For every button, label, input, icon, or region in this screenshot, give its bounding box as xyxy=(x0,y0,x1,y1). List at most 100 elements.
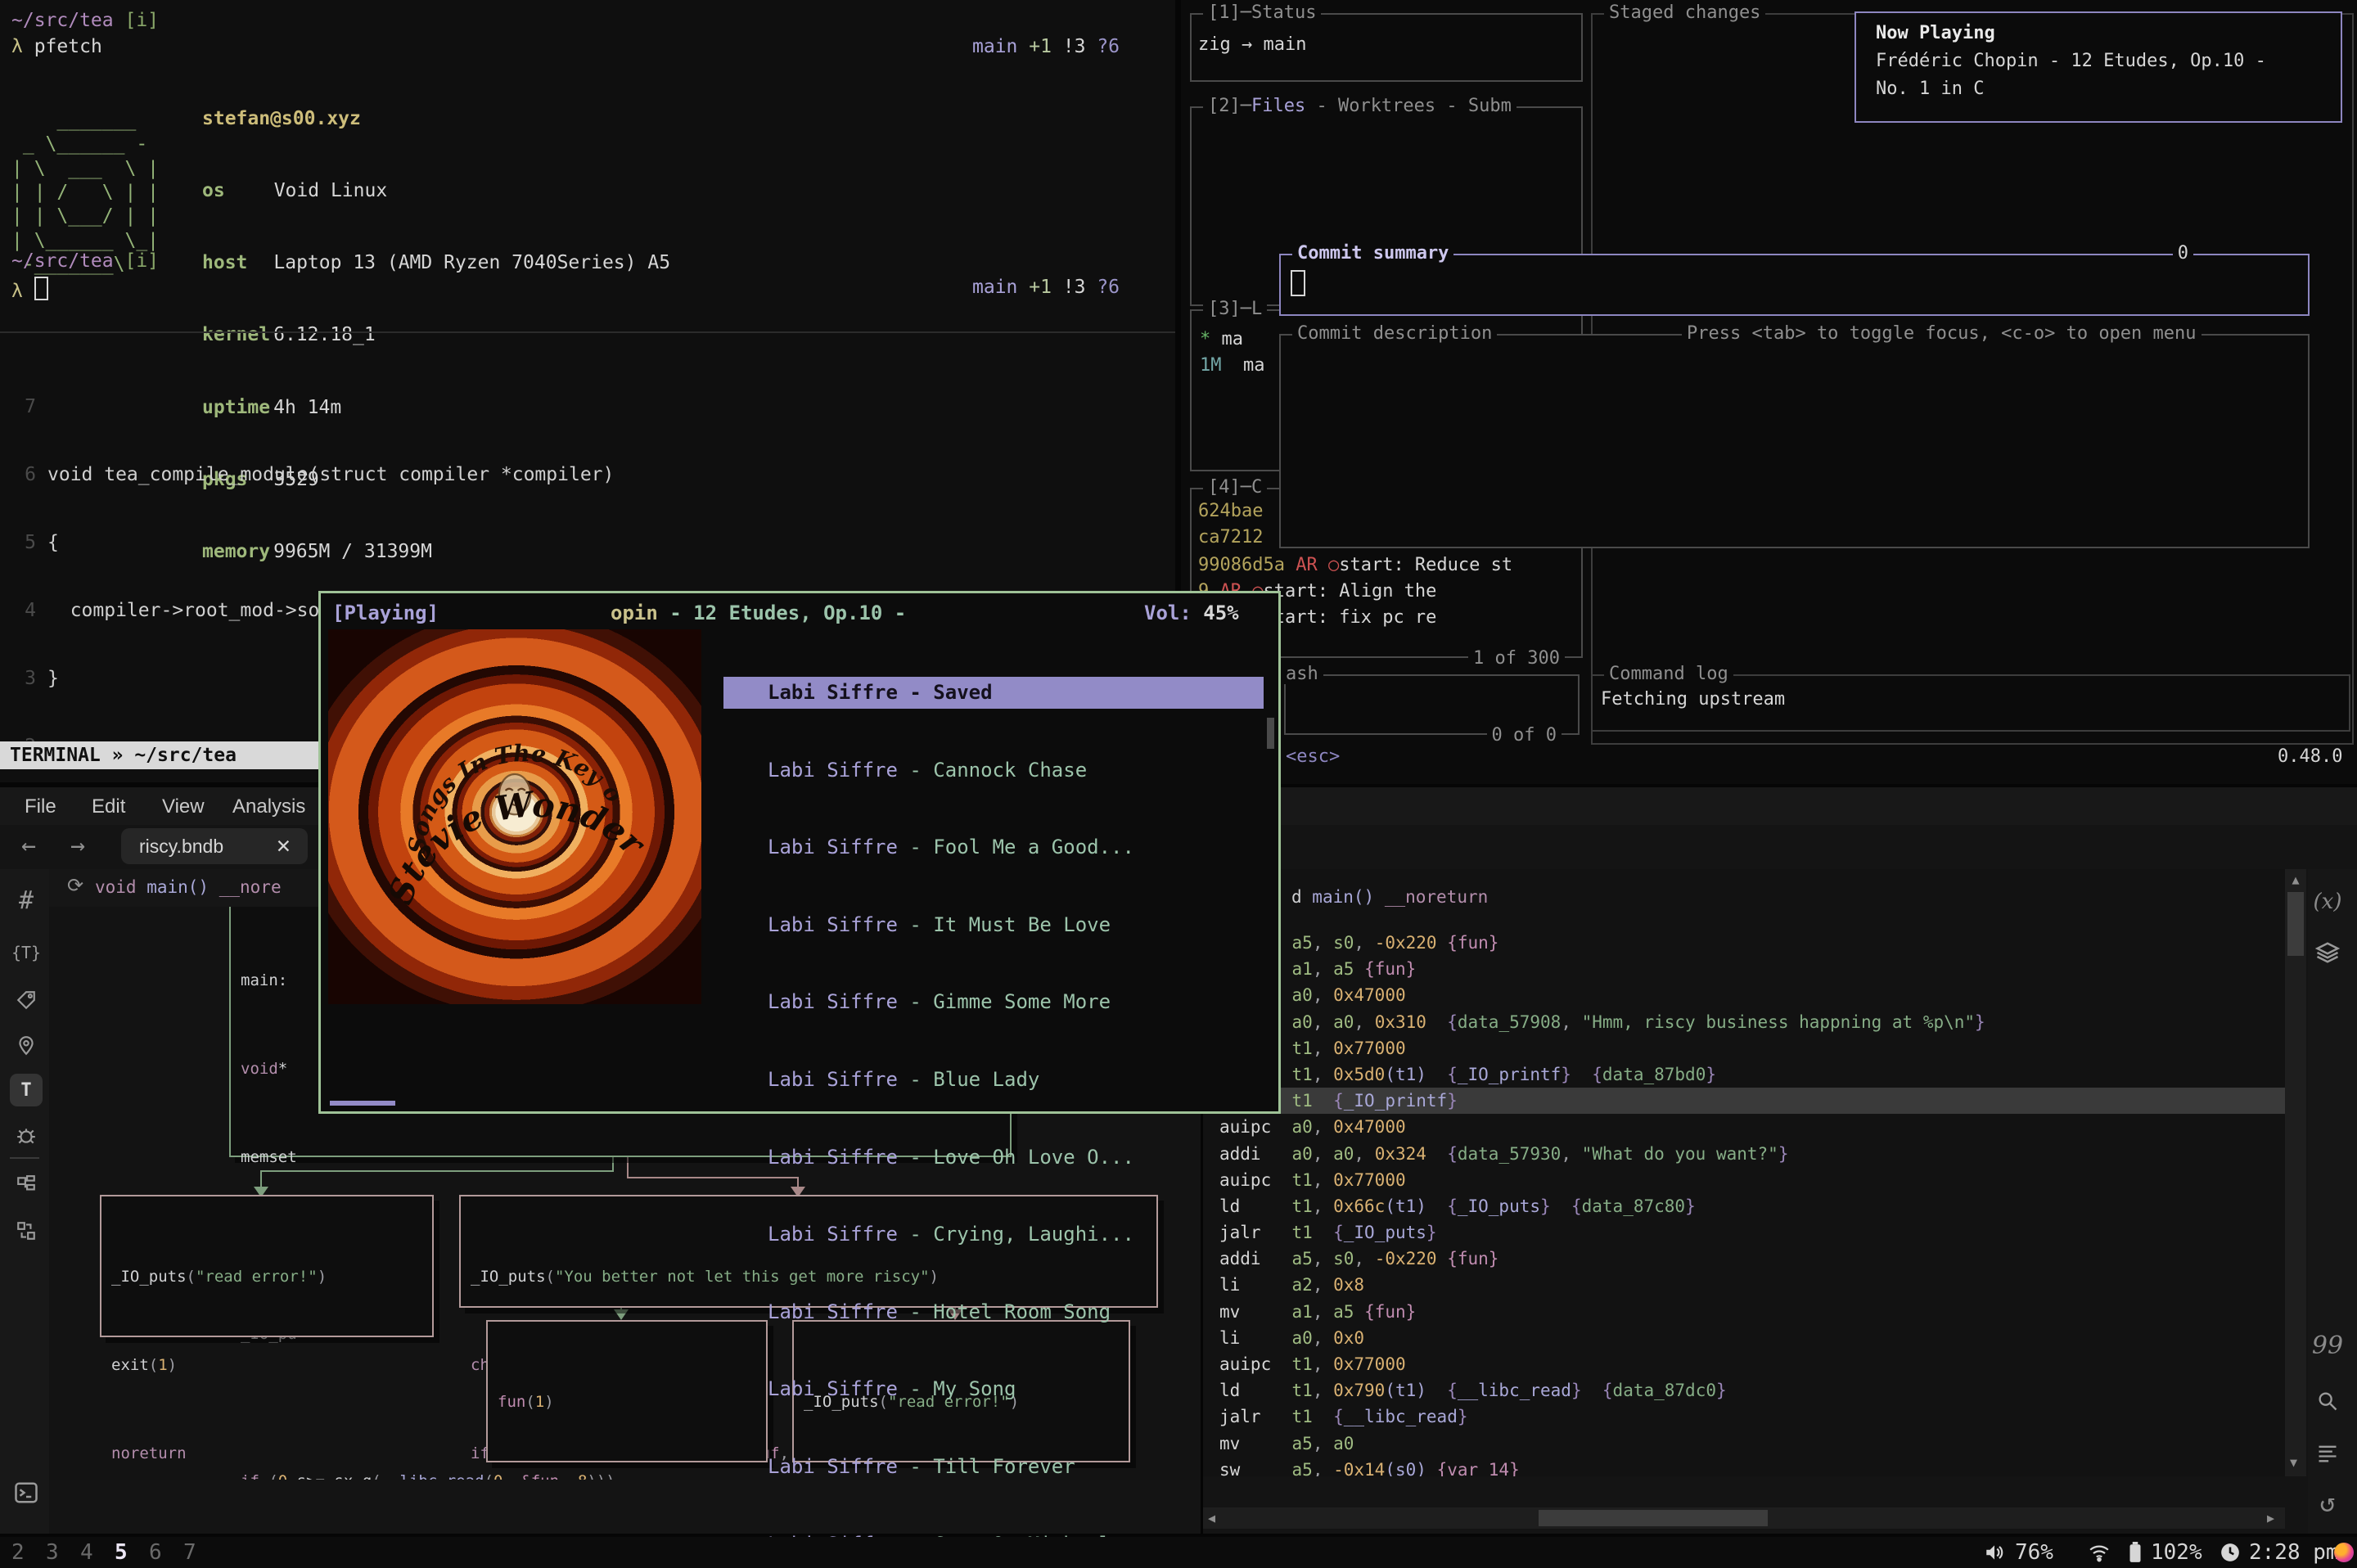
battery-level: 102% xyxy=(2151,1540,2202,1565)
log-lines-icon[interactable] xyxy=(2308,1435,2347,1471)
text-view-icon[interactable]: T xyxy=(10,1074,43,1106)
playlist-row[interactable]: Labi Siffre - Gimme Some More xyxy=(723,986,1264,1018)
asm-row[interactable]: auipc t1, 0x77000 xyxy=(1203,1351,2285,1377)
asm-row[interactable]: li a2, 0x8 xyxy=(1203,1272,2285,1298)
playlist-row[interactable]: Labi Siffre - My Song xyxy=(723,1373,1264,1405)
playlist-row[interactable]: Labi Siffre - Fool Me a Good... xyxy=(723,831,1264,863)
playlist-row[interactable]: Labi Siffre - Cannock Chase xyxy=(723,755,1264,786)
commit-hash[interactable]: ca7212 xyxy=(1198,527,1263,547)
types-icon[interactable]: {T} xyxy=(10,936,43,969)
asm-row[interactable]: li a0, 0x0 xyxy=(1203,1325,2285,1351)
asm-row[interactable]: mv a5, a0 xyxy=(1203,1431,2285,1457)
quotes-icon[interactable]: 99 xyxy=(2308,1327,2347,1363)
location-pin-icon[interactable] xyxy=(10,1030,43,1062)
playlist-row[interactable]: Labi Siffre - Crying, Laughi... xyxy=(723,1219,1264,1250)
bn-left-sidebar: # {T} T xyxy=(0,869,49,1534)
git-status-panel[interactable]: [1]─Status zig → main xyxy=(1190,13,1583,82)
playlist-scrollbar-thumb[interactable] xyxy=(1267,718,1274,749)
tray-color-dot[interactable] xyxy=(2334,1543,2354,1562)
playlist-row[interactable]: Labi Siffre - Blue Lady xyxy=(723,1064,1264,1096)
horizontal-scrollbar[interactable]: ◀ ▶ xyxy=(1203,1507,2285,1529)
playlist-row[interactable]: Labi Siffre - Hotel Room Song xyxy=(723,1296,1264,1328)
playlist[interactable]: Labi Siffre - Saved Labi Siffre - Cannoc… xyxy=(723,631,1264,1568)
commit-summary-input[interactable] xyxy=(1291,270,1305,296)
vertical-scrollbar[interactable]: ▲ ▼ xyxy=(2285,869,2306,1476)
breadcrumb-function[interactable]: void main() __nore xyxy=(95,877,282,897)
debugger-bug-icon[interactable] xyxy=(10,1120,43,1152)
workspace-2[interactable]: 2 xyxy=(11,1540,25,1565)
now-playing-notification[interactable]: Now Playing Frédéric Chopin - 12 Etudes,… xyxy=(1855,11,2342,123)
workspace-4[interactable]: 4 xyxy=(80,1540,93,1565)
playlist-row[interactable]: Labi Siffre - It Must Be Love xyxy=(723,909,1264,941)
linear-view[interactable]: d main() __noreturn a5, s0, -0x220 {fun}… xyxy=(1203,869,2285,1476)
asm-row[interactable]: t1, 0x77000 xyxy=(1203,1035,2285,1061)
git-branch-row[interactable]: 1M ma xyxy=(1200,355,1264,376)
scroll-up-icon[interactable]: ▲ xyxy=(2285,872,2306,887)
search-icon[interactable] xyxy=(2308,1383,2347,1419)
asm-row[interactable]: mv a1, a5 {fun} xyxy=(1203,1299,2285,1325)
layers-icon[interactable] xyxy=(2308,935,2347,971)
player-state: [Playing] xyxy=(332,602,439,624)
commit-description-popup[interactable]: Commit description Press <tab> to toggle… xyxy=(1279,334,2310,548)
code-line: 5{ xyxy=(0,530,875,556)
commit-hash[interactable]: 624bae xyxy=(1198,501,1263,521)
graph-node-read-error[interactable]: _IO_puts("read error!") exit(1) noreturn… xyxy=(100,1195,434,1337)
clock-icon xyxy=(2220,1542,2241,1568)
volume-icon[interactable] xyxy=(1984,1542,2005,1568)
asm-row[interactable]: auipc a0, 0x47000 xyxy=(1203,1114,2285,1140)
refresh-icon[interactable]: ⟳ xyxy=(67,874,83,897)
asm-row[interactable]: t1, 0x5d0(t1) {_IO_printf} {data_87bd0} xyxy=(1203,1061,2285,1088)
menu-view[interactable]: View xyxy=(162,795,205,818)
asm-row[interactable]: jalr t1 {_IO_puts} xyxy=(1203,1219,2285,1246)
player-volume: Vol: 45% xyxy=(1144,602,1239,624)
nav-back-icon[interactable]: ← xyxy=(21,831,36,860)
playlist-row[interactable]: Labi Siffre - Till Forever xyxy=(723,1451,1264,1483)
asm-row[interactable]: sw a5, -0x14(s0) {var_14} xyxy=(1203,1457,2285,1476)
hierarchy-icon[interactable] xyxy=(10,1169,43,1201)
workspace-5-active[interactable]: 5 xyxy=(115,1540,128,1565)
tab-close-icon[interactable]: ✕ xyxy=(276,828,291,864)
fetch-user: stefan@s00.xyz xyxy=(202,107,670,131)
battery-icon[interactable] xyxy=(2128,1542,2143,1568)
menu-analysis[interactable]: Analysis xyxy=(232,795,305,818)
asm-row-selected[interactable]: t1 {_IO_printf} xyxy=(1203,1088,2285,1114)
tag-icon[interactable] xyxy=(10,984,43,1016)
menu-file[interactable]: File xyxy=(25,795,56,818)
wifi-icon[interactable] xyxy=(2089,1542,2110,1568)
workspace-3[interactable]: 3 xyxy=(46,1540,59,1565)
scroll-down-icon[interactable]: ▼ xyxy=(2290,1455,2297,1470)
git-cmdlog-panel[interactable]: Command log Fetching upstream xyxy=(1591,674,2350,732)
tab-riscy[interactable]: riscy.bndb ✕ xyxy=(121,828,308,864)
commit-row[interactable]: 99086d5a AR ○start: Reduce st xyxy=(1198,555,1512,575)
playlist-row-selected[interactable]: Labi Siffre - Saved xyxy=(723,677,1264,709)
commit-summary-popup[interactable]: Commit summary 0 xyxy=(1279,254,2310,316)
asm-row[interactable]: addi a0, a0, 0x324 {data_57930, "What do… xyxy=(1203,1141,2285,1167)
music-player-window[interactable]: [Playing] opin - 12 Etudes, Op.10 - Vol:… xyxy=(318,591,1281,1114)
asm-row[interactable]: auipc t1, 0x77000 xyxy=(1203,1167,2285,1193)
terminal-panel-icon[interactable] xyxy=(10,1476,43,1509)
asm-row[interactable]: addi a5, s0, -0x220 {fun} xyxy=(1203,1246,2285,1272)
workspace-7[interactable]: 7 xyxy=(183,1540,196,1565)
minigraph-icon[interactable] xyxy=(10,1214,43,1247)
asm-row[interactable]: a5, s0, -0x220 {fun} xyxy=(1203,930,2285,956)
symbols-icon[interactable]: # xyxy=(10,884,43,917)
scroll-right-icon[interactable]: ▶ xyxy=(2267,1511,2274,1525)
asm-row[interactable]: a1, a5 {fun} xyxy=(1203,956,2285,982)
git-stash-panel[interactable]: ash 0 of 0 xyxy=(1284,674,1580,735)
asm-row[interactable]: a0, a0, 0x310 {data_57908, "Hmm, riscy b… xyxy=(1203,1009,2285,1035)
asm-row[interactable]: a0, 0x47000 xyxy=(1203,982,2285,1008)
gitui-window[interactable]: [1]─Status zig → main Staged changes [2]… xyxy=(1181,0,2357,784)
asm-row[interactable]: jalr t1 {__libc_read} xyxy=(1203,1404,2285,1430)
asm-row[interactable]: ld t1, 0x66c(t1) {_IO_puts} {data_87c80} xyxy=(1203,1193,2285,1219)
pane-separator xyxy=(0,331,1175,333)
nav-forward-icon[interactable]: → xyxy=(70,831,85,860)
disassembly-listing[interactable]: a5, s0, -0x220 {fun} a1, a5 {fun} a0, 0x… xyxy=(1203,930,2285,1476)
git-branch-row[interactable]: * ma xyxy=(1200,329,1243,349)
playlist-row[interactable]: Labi Siffre - Love Oh Love O... xyxy=(723,1142,1264,1174)
album-art: Songs In The Key of Life Stevie Wonder xyxy=(328,629,701,1004)
workspace-6[interactable]: 6 xyxy=(149,1540,162,1565)
menu-edit[interactable]: Edit xyxy=(92,795,125,818)
history-icon[interactable]: ↺ xyxy=(2308,1485,2347,1521)
variables-icon[interactable]: (x) xyxy=(2308,884,2347,920)
asm-row[interactable]: ld t1, 0x790(t1) {__libc_read} {data_87d… xyxy=(1203,1377,2285,1404)
